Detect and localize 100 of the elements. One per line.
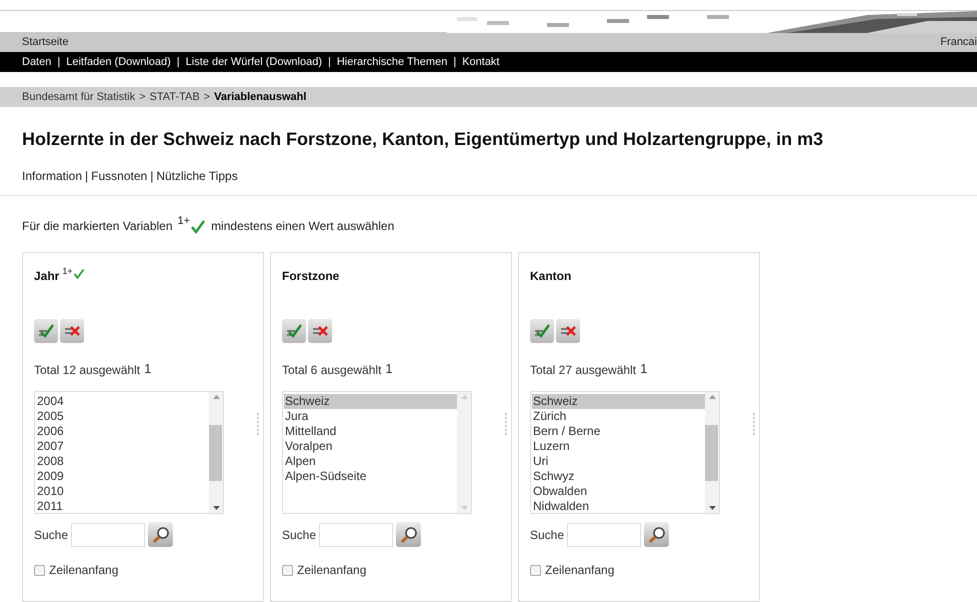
checkbox[interactable] <box>34 564 45 576</box>
selected-count: 1 <box>144 361 152 378</box>
nav-link[interactable]: Leitfaden (Download) <box>66 54 171 70</box>
nav-link[interactable]: Hierarchische Themen <box>336 54 448 70</box>
list-option[interactable]: Schweiz <box>284 394 457 409</box>
list-option[interactable]: Alpen <box>284 454 457 469</box>
checkbox[interactable] <box>530 564 541 576</box>
page-title: Holzernte in der Schweiz nach Forstzone, Kanton, Eigentümertyp und Holzartengruppe, in m3 <box>21 128 824 151</box>
scroll-down-icon <box>708 506 716 510</box>
checkbox-label: Zeilenanfang <box>545 562 614 579</box>
check-icon <box>38 324 54 338</box>
scroll-up-icon <box>708 395 716 399</box>
list-option[interactable]: Luzern <box>532 439 705 454</box>
breadcrumb-link[interactable]: Variablenauswahl <box>214 88 306 106</box>
separator: | <box>150 168 154 185</box>
select-all-button[interactable] <box>530 319 554 343</box>
search-button[interactable] <box>644 522 670 547</box>
scrollbar[interactable] <box>705 392 719 513</box>
separator: | <box>85 168 88 185</box>
separator: | <box>453 54 456 70</box>
instruction-text: Für die markierten Variablen <box>22 218 173 234</box>
total-label: Total 12 ausgewählt <box>34 362 140 379</box>
list-option[interactable]: 2007 <box>36 439 209 454</box>
deselect-all-button[interactable] <box>556 319 580 343</box>
search-field[interactable] <box>71 522 146 546</box>
scroll-up-icon <box>212 395 220 399</box>
search-icon <box>152 526 170 544</box>
search-label: Suche <box>530 526 564 544</box>
list-option[interactable]: 2009 <box>36 469 209 484</box>
nav-link[interactable]: Daten <box>22 54 52 70</box>
nav-link[interactable]: Kontakt <box>462 54 500 70</box>
info-link[interactable]: Fussnoten <box>91 167 148 185</box>
option-list[interactable]: Schweiz Jura Mittelland Voralpen Alpen Alpen-Südseite <box>282 391 472 514</box>
checkbox-label: Zeilenanfang <box>49 562 118 579</box>
option-list[interactable]: Schweiz Zürich Bern / Berne Luzern Uri Schwyz Obwalden Nidwalden <box>530 391 720 514</box>
list-option[interactable]: Uri <box>532 454 705 469</box>
list-option[interactable]: Mittelland <box>284 424 457 439</box>
separator: | <box>328 54 331 70</box>
total-label: Total 27 ausgewählt <box>530 362 636 379</box>
selected-count: 1 <box>640 361 648 378</box>
scroll-up-icon <box>460 395 468 399</box>
resize-handle[interactable] <box>505 413 507 435</box>
list-option[interactable]: Voralpen <box>284 439 457 454</box>
list-option[interactable]: Zürich <box>532 409 705 424</box>
scrollbar[interactable] <box>457 392 471 513</box>
resize-handle[interactable] <box>753 413 755 435</box>
list-option[interactable]: 2005 <box>36 409 209 424</box>
total-label: Total 6 ausgewählt <box>282 362 382 379</box>
list-option[interactable]: 2011 <box>36 499 209 514</box>
breadcrumb-separator: > <box>204 90 210 105</box>
search-button[interactable] <box>148 522 174 547</box>
search-field[interactable] <box>319 522 394 546</box>
list-option[interactable]: 2006 <box>36 424 209 439</box>
list-option[interactable]: Nidwalden <box>532 499 705 514</box>
list-option[interactable]: Alpen-Südseite <box>284 469 457 484</box>
list-option[interactable]: Bern / Berne <box>532 424 705 439</box>
breadcrumb-separator: > <box>139 90 146 105</box>
breadcrumb-link[interactable]: STAT-TAB <box>150 88 200 106</box>
list-option[interactable]: Schweiz <box>532 394 705 409</box>
instruction-text: mindestens einen Wert auswählen <box>211 218 394 234</box>
nav-link[interactable]: Liste der Würfel (Download) <box>186 54 322 70</box>
search-label: Suche <box>34 526 68 544</box>
info-link[interactable]: Information <box>22 167 82 185</box>
deselect-all-button[interactable] <box>308 319 332 343</box>
list-option[interactable]: Obwalden <box>532 484 705 499</box>
checkbox[interactable] <box>282 564 293 576</box>
check-icon <box>534 324 550 338</box>
required-mark: 1+ <box>62 267 73 276</box>
scrollbar[interactable] <box>209 392 223 513</box>
required-mark: 1+ <box>178 216 190 227</box>
selected-count: 1 <box>385 361 393 378</box>
option-list[interactable]: 2004 2005 2006 2007 2008 2009 2010 2011 <box>34 391 224 514</box>
scroll-down-icon <box>212 506 220 510</box>
deselect-all-button[interactable] <box>60 319 84 343</box>
list-option[interactable]: Jura <box>284 409 457 424</box>
scroll-thumb[interactable] <box>705 424 718 480</box>
list-option[interactable]: Schwyz <box>532 469 705 484</box>
breadcrumb-link[interactable]: Bundesamt für Statistik <box>22 88 136 106</box>
panel-title: Kanton <box>530 268 572 285</box>
select-all-button[interactable] <box>34 319 58 343</box>
language-link[interactable]: Francai <box>940 34 977 50</box>
check-icon <box>190 219 206 235</box>
list-option[interactable]: 2010 <box>36 484 209 499</box>
select-all-button[interactable] <box>282 319 306 343</box>
clear-icon <box>560 324 576 338</box>
resize-handle[interactable] <box>257 413 259 435</box>
list-option[interactable]: 2008 <box>36 454 209 469</box>
search-field[interactable] <box>567 522 642 546</box>
check-icon <box>286 324 302 338</box>
search-button[interactable] <box>396 522 422 547</box>
check-icon <box>72 268 85 280</box>
panel-title: Jahr <box>34 268 60 285</box>
search-icon <box>400 526 418 544</box>
home-link[interactable]: Startseite <box>22 34 68 50</box>
list-option[interactable]: 2004 <box>36 394 209 409</box>
info-link[interactable]: Nützliche Tipps <box>156 167 238 185</box>
separator: | <box>57 54 60 70</box>
scroll-thumb[interactable] <box>209 424 222 480</box>
checkbox-label: Zeilenanfang <box>297 562 366 579</box>
panel-title: Forstzone <box>282 268 340 285</box>
